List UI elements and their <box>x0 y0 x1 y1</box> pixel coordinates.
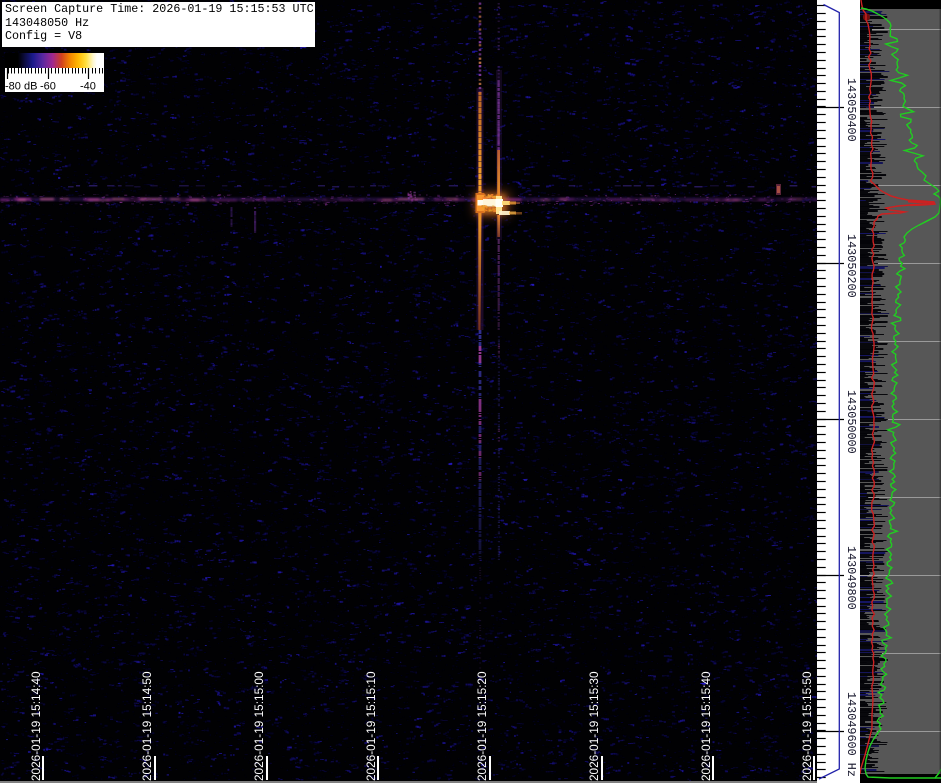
svg-text:-60: -60 <box>40 81 56 93</box>
svg-text:-40: -40 <box>80 81 96 93</box>
svg-text:-80 dB: -80 dB <box>5 81 37 93</box>
